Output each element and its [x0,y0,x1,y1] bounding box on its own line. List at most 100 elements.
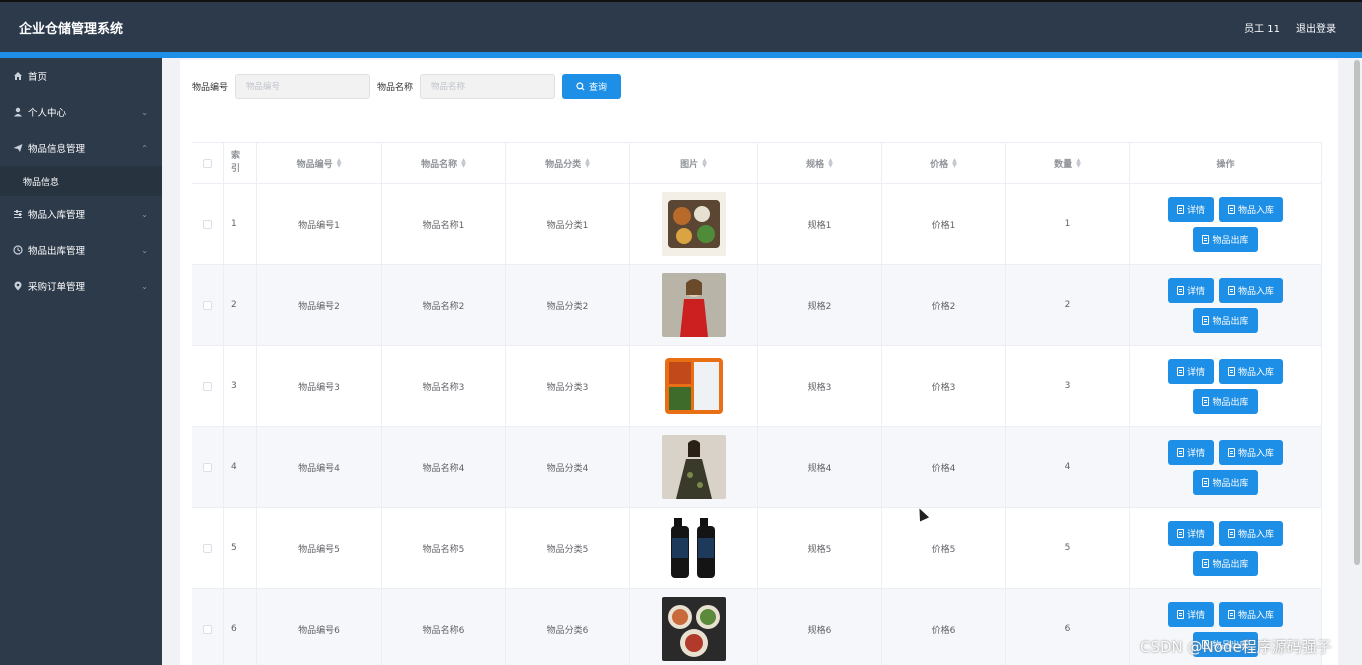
header-spec[interactable]: 规格 ▲ ▼ [758,143,882,183]
cell-code: 物品编号6 [257,589,382,665]
stock-out-button[interactable]: 物品出库 [1193,388,1258,414]
cell-ops: 详情 物品入库物品出库 [1130,508,1322,588]
detail-button[interactable]: 详情 [1167,601,1214,627]
dishes-image[interactable] [661,597,726,661]
row-checkbox[interactable] [203,300,212,310]
sort-icon[interactable]: ▲ ▼ [828,158,833,169]
header-category[interactable]: 物品分类 ▲ ▼ [506,143,630,183]
document-icon [1202,315,1210,325]
sort-icon[interactable]: ▲ ▼ [585,158,590,169]
row-checkbox-cell [192,346,224,426]
row-checkbox-cell [192,184,224,264]
sort-icon[interactable]: ▲ ▼ [1076,158,1081,169]
user-name[interactable]: 员工 11 [1244,20,1280,35]
sort-icon[interactable]: ▲ ▼ [702,158,707,169]
detail-button[interactable]: 详情 [1167,520,1214,546]
row-checkbox[interactable] [203,462,212,472]
stock-out-button-label: 物品出库 [1212,559,1249,570]
stock-out-button[interactable]: 物品出库 [1193,307,1258,333]
stock-out-button[interactable]: 物品出库 [1193,550,1258,576]
sidebar-item-purchase[interactable]: 采购订单管理 ⌄ [0,268,162,304]
document-icon [1202,558,1210,568]
document-icon [1202,477,1210,487]
scrollbar-thumb[interactable] [1354,60,1360,565]
name-search-input[interactable] [420,74,556,99]
stock-in-button[interactable]: 物品入库 [1219,277,1284,303]
sidebar-item-label: 采购订单管理 [28,282,86,293]
stock-in-button[interactable]: 物品入库 [1219,439,1284,465]
sliders-icon [13,209,23,219]
sidebar: 首页 个人中心 ⌄ 物品信息管理 ⌃ 物品信息 物品入库管理 ⌄ 物品出库管理 … [0,58,162,665]
code-search-input[interactable] [235,74,371,99]
header-code[interactable]: 物品编号 ▲ ▼ [257,143,382,183]
cell-price: 价格6 [882,589,1006,665]
woman-dress-image[interactable] [661,435,726,499]
sort-icon[interactable]: ▲ ▼ [461,158,466,169]
sidebar-item-goods-info[interactable]: 物品信息管理 ⌃ [0,130,162,166]
document-icon [1176,528,1184,538]
sidebar-item-home[interactable]: 首页 [0,58,162,94]
select-all-checkbox[interactable] [203,158,212,168]
header-qty[interactable]: 数量 ▲ ▼ [1006,143,1130,183]
row-checkbox-cell [192,589,224,665]
cell-image [630,184,758,264]
cell-price: 价格5 [882,508,1006,588]
cell-image [630,589,758,665]
stock-in-button-label: 物品入库 [1238,286,1275,297]
row-checkbox[interactable] [203,543,212,553]
cell-name: 物品名称5 [382,508,506,588]
cell-name: 物品名称4 [382,427,506,507]
sidebar-subitem-label: 物品信息 [23,177,60,188]
detail-button[interactable]: 详情 [1167,358,1214,384]
bottles-image[interactable] [661,516,726,580]
document-icon [1228,447,1235,457]
sort-icon[interactable]: ▲ ▼ [337,158,342,169]
header-price[interactable]: 价格 ▲ ▼ [882,143,1006,183]
document-icon [1228,285,1235,295]
row-checkbox[interactable] [203,219,212,229]
lunchbox-image[interactable] [661,354,726,418]
sidebar-item-profile[interactable]: 个人中心 ⌄ [0,94,162,130]
detail-button[interactable]: 详情 [1167,277,1214,303]
sidebar-item-label: 物品出库管理 [28,246,86,257]
cell-qty: 5 [1006,508,1130,588]
sidebar-item-stock-in[interactable]: 物品入库管理 ⌄ [0,196,162,232]
woman-red-dress-image[interactable] [661,273,726,337]
detail-button[interactable]: 详情 [1167,439,1214,465]
detail-button-label: 详情 [1186,448,1205,459]
cell-name: 物品名称6 [382,589,506,665]
cell-ops: 详情 物品入库物品出库 [1130,265,1322,345]
logout-link[interactable]: 退出登录 [1296,20,1336,35]
cell-index: 4 [224,427,257,507]
stock-in-button[interactable]: 物品入库 [1219,601,1284,627]
header-name[interactable]: 物品名称 ▲ ▼ [382,143,506,183]
clock-icon [13,245,23,255]
header-image[interactable]: 图片 ▲ ▼ [630,143,758,183]
vertical-scrollbar[interactable] [1352,58,1362,665]
stock-out-button[interactable]: 物品出库 [1193,226,1258,252]
row-checkbox[interactable] [203,624,212,634]
stock-in-button[interactable]: 物品入库 [1219,358,1284,384]
cell-code: 物品编号2 [257,265,382,345]
sort-icon[interactable]: ▲ ▼ [952,158,957,169]
food-bento-image[interactable] [661,192,726,256]
cell-code: 物品编号3 [257,346,382,426]
location-icon [13,281,23,291]
document-icon [1228,528,1235,538]
detail-button[interactable]: 详情 [1167,196,1214,222]
stock-in-button[interactable]: 物品入库 [1219,520,1284,546]
header-index-line1: 索 [231,151,241,161]
stock-out-button-label: 物品出库 [1212,316,1249,327]
row-checkbox[interactable] [203,381,212,391]
cell-qty: 6 [1006,589,1130,665]
sidebar-item-stock-out[interactable]: 物品出库管理 ⌄ [0,232,162,268]
header-code-label: 物品编号 [296,159,333,170]
stock-in-button[interactable]: 物品入库 [1219,196,1284,222]
stock-in-button-label: 物品入库 [1238,205,1275,216]
send-icon [13,143,23,153]
document-icon [1228,366,1235,376]
stock-out-button[interactable]: 物品出库 [1193,469,1258,495]
sidebar-subitem-goods-info[interactable]: 物品信息 [0,166,162,196]
chevron-down-icon: ⌄ [141,209,148,219]
search-button[interactable]: 查询 [562,74,622,99]
